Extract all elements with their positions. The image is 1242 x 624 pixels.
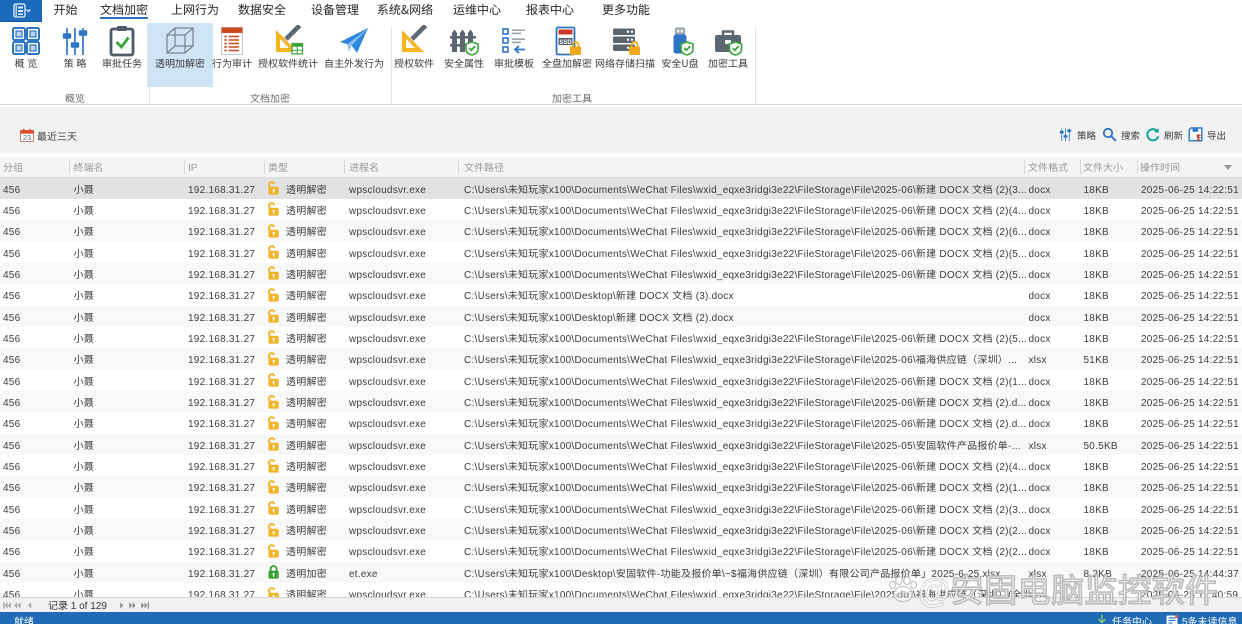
svg-text:SSD: SSD (559, 40, 572, 46)
svg-text:du: du (897, 590, 909, 601)
svg-text:23: 23 (23, 133, 31, 142)
